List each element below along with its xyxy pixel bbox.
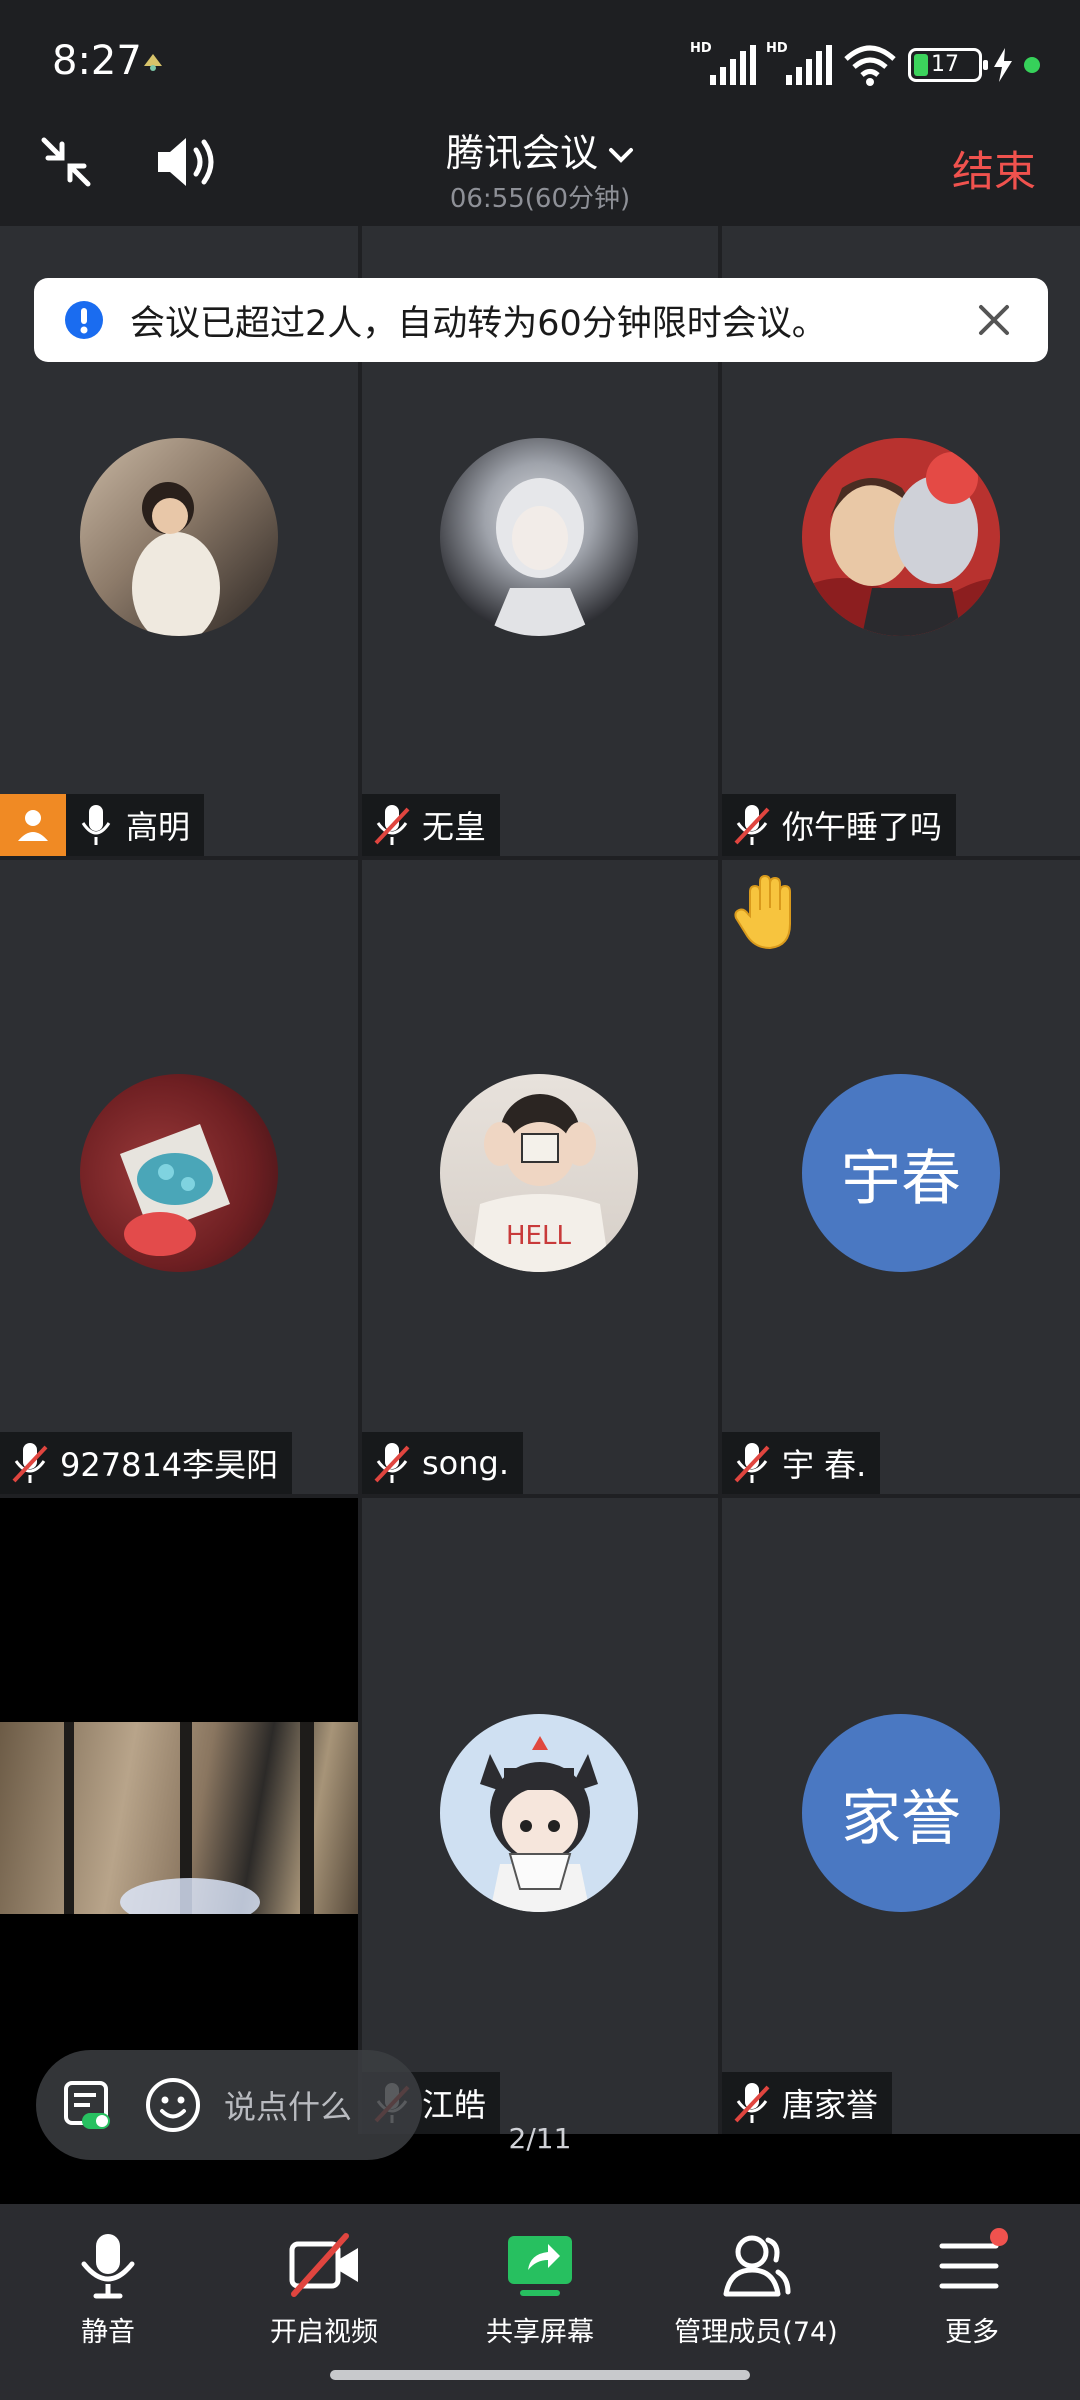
participant-name: 宇 春.	[782, 1446, 867, 1484]
participant-tile[interactable]: 927814李昊阳	[0, 860, 358, 1494]
mic-on-icon	[81, 805, 111, 845]
chevron-down-icon	[609, 147, 633, 163]
participant-label: 你午睡了吗	[722, 794, 957, 856]
more-button[interactable]: 更多	[864, 2228, 1080, 2349]
close-icon[interactable]	[976, 302, 1012, 338]
person-icon	[18, 810, 48, 841]
participant-name: 江皓	[422, 2086, 487, 2124]
participant-label: 927814李昊阳	[0, 1432, 293, 1494]
info-icon	[65, 301, 103, 339]
mic-off-icon	[734, 2083, 770, 2123]
participant-avatar	[440, 1714, 638, 1912]
meeting-title[interactable]: 腾讯会议	[0, 122, 1080, 177]
wifi-icon	[844, 45, 896, 86]
participant-label: song.	[362, 1432, 524, 1494]
participant-avatar	[80, 438, 278, 636]
participant-label: 宇 春.	[722, 1432, 881, 1494]
participant-video-feed	[0, 1722, 358, 1926]
participant-avatar	[802, 438, 1000, 636]
participant-avatar	[440, 438, 638, 636]
participant-name: 唐家誉	[782, 2086, 879, 2124]
mic-off-icon	[734, 1443, 770, 1483]
svg-text:HELL: HELL	[506, 1221, 571, 1251]
participant-tile[interactable]: 家誉 唐家誉	[722, 1498, 1080, 2134]
manage-members-button[interactable]: 管理成员(74)	[648, 2230, 864, 2349]
participant-name: 你午睡了吗	[782, 808, 943, 846]
cell-signal-2-icon: HD	[766, 41, 832, 87]
battery-icon: 17	[908, 48, 988, 82]
members-icon	[723, 2235, 791, 2297]
participant-name: 高明	[126, 808, 191, 846]
start-video-button[interactable]: 开启视频	[216, 2230, 432, 2349]
participant-name: song.	[422, 1444, 510, 1482]
mic-off-icon	[374, 1443, 410, 1483]
page-indicator: 2/11	[508, 2122, 572, 2155]
participant-tile[interactable]: 宇春 宇 春.	[722, 860, 1080, 1494]
end-meeting-button[interactable]: 结束	[952, 138, 1036, 199]
camera-off-icon	[289, 2233, 358, 2297]
share-screen-button[interactable]: 共享屏幕	[432, 2230, 648, 2349]
participant-tile[interactable]: HELL song.	[362, 860, 718, 1494]
status-time: 8:27	[52, 38, 142, 84]
mic-off-icon	[374, 805, 410, 845]
cell-signal-1-icon: HD	[690, 41, 756, 87]
participant-avatar: HELL	[440, 1074, 638, 1272]
participant-avatar	[80, 1074, 278, 1272]
participant-avatar: 宇春	[802, 1074, 1000, 1272]
share-screen-icon	[508, 2236, 572, 2296]
notice-message: 会议已超过2人，自动转为60分钟限时会议。	[130, 303, 827, 344]
participant-grid: 高明 无皇 你午睡了吗 927814李昊阳 HELL song. 宇春 宇 春.…	[0, 226, 1080, 2134]
meeting-timer: 06:55(60分钟)	[449, 184, 631, 214]
participant-name: 无皇	[422, 808, 487, 846]
participant-tile-video[interactable]	[0, 1498, 358, 2134]
home-indicator[interactable]	[330, 2370, 750, 2380]
mic-off-icon	[12, 1443, 48, 1483]
mic-off-icon	[734, 805, 770, 845]
mute-button[interactable]: 静音	[0, 2230, 216, 2349]
participant-avatar: 家誉	[802, 1714, 1000, 1912]
status-bar: 8:27 HD HD 17	[0, 0, 1080, 112]
bolt-icon	[994, 48, 1012, 82]
time-limit-notice: 会议已超过2人，自动转为60分钟限时会议。	[34, 278, 1048, 362]
notification-dot	[990, 2228, 1008, 2246]
privacy-indicator-dot	[1024, 57, 1040, 73]
meeting-header: 腾讯会议 06:55(60分钟) 结束	[0, 112, 1080, 226]
microphone-icon	[81, 2234, 135, 2299]
participant-label: 高明	[0, 794, 205, 856]
raised-hand-icon	[734, 874, 791, 950]
app-notification-icon	[144, 54, 162, 71]
participant-name: 927814李昊阳	[60, 1446, 279, 1484]
participant-tile[interactable]: 江皓	[362, 1498, 718, 2134]
host-badge	[0, 794, 66, 856]
participant-label: 无皇	[362, 794, 501, 856]
